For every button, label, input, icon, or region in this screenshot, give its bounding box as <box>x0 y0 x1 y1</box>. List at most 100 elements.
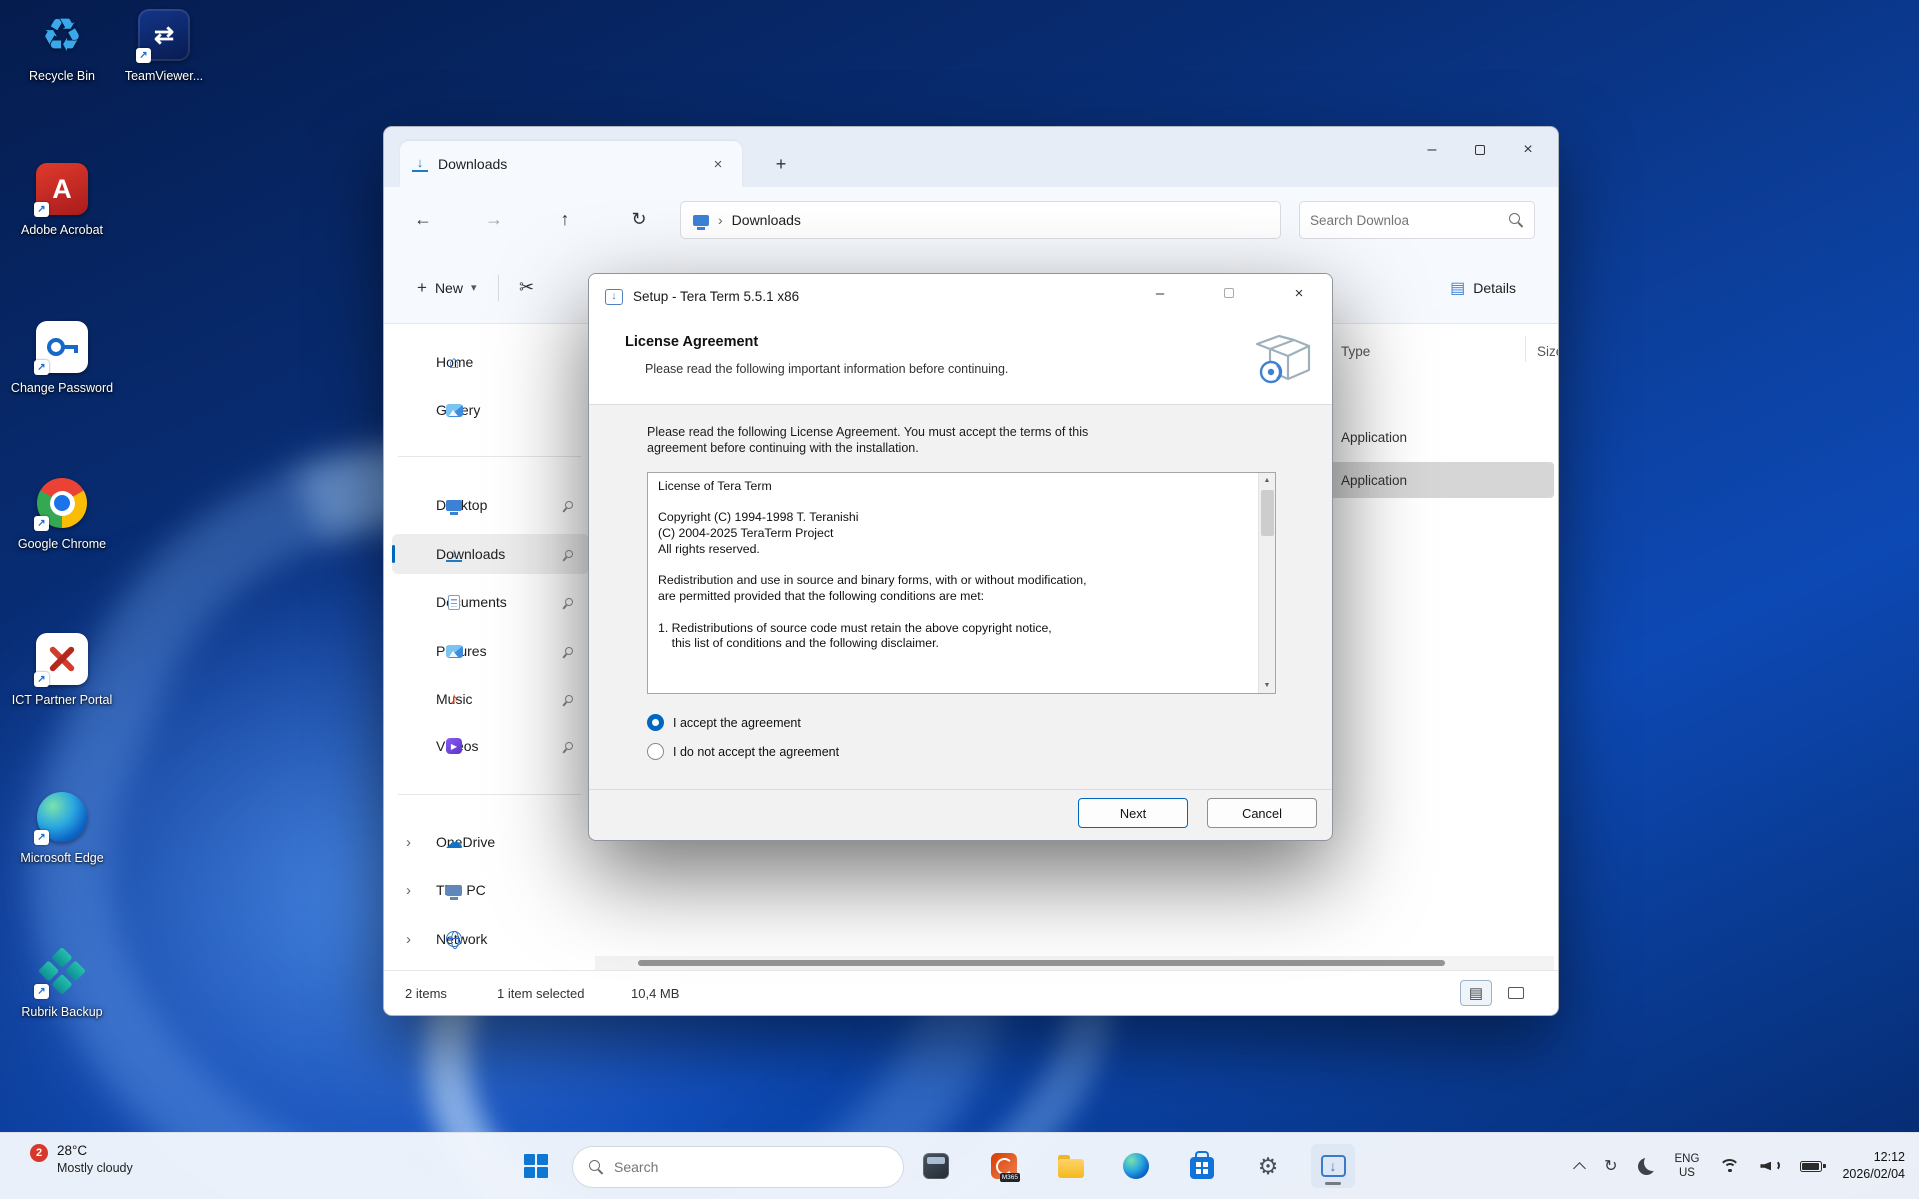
sidebar-item-documents[interactable]: Documents <box>392 582 589 622</box>
wifi-icon[interactable] <box>1719 1159 1740 1174</box>
refresh-icon[interactable]: ↻ <box>622 203 656 237</box>
desktop-icon-rubrik-backup[interactable]: ↗ Rubrik Backup <box>10 942 114 1021</box>
taskbar-store[interactable] <box>1180 1144 1224 1188</box>
pin-icon <box>563 693 574 704</box>
sidebar-item-home[interactable]: ⌂ Home <box>392 342 589 382</box>
decline-agreement-option[interactable]: I do not accept the agreement <box>647 743 839 760</box>
taskbar-edge[interactable] <box>1114 1144 1158 1188</box>
desktop-icon-google-chrome[interactable]: ↗ Google Chrome <box>10 474 114 553</box>
battery-icon[interactable] <box>1800 1161 1822 1172</box>
radio-label[interactable]: I accept the agreement <box>673 716 801 730</box>
desktop-icon-microsoft-edge[interactable]: ↗ Microsoft Edge <box>10 788 114 867</box>
start-button[interactable] <box>514 1144 558 1188</box>
scrollbar-thumb[interactable] <box>638 960 1445 966</box>
desktop-icon-label: Google Chrome <box>18 537 106 553</box>
tab-close-icon[interactable]: × <box>706 152 730 176</box>
license-scrollbar[interactable]: ▲ ▼ <box>1258 473 1275 693</box>
language-code: ENG <box>1675 1152 1700 1166</box>
sidebar-item-desktop[interactable]: Desktop <box>392 485 589 525</box>
focus-assist-icon[interactable] <box>1638 1158 1655 1175</box>
taskbar-search-input[interactable] <box>614 1159 887 1175</box>
next-button[interactable]: Next <box>1078 798 1188 828</box>
back-icon[interactable]: ← <box>406 203 440 237</box>
license-text-box[interactable]: License of Tera Term Copyright (C) 1994-… <box>647 472 1276 694</box>
window-close-button[interactable]: × <box>1504 129 1552 171</box>
taskbar-app-window[interactable] <box>914 1144 958 1188</box>
weather-temp: 28°C <box>57 1143 133 1158</box>
chevron-right-icon: › <box>718 212 723 228</box>
cancel-button[interactable]: Cancel <box>1207 798 1317 828</box>
m365-badge: M365 <box>1000 1173 1020 1182</box>
radio-label[interactable]: I do not accept the agreement <box>673 745 839 759</box>
breadcrumb[interactable]: Downloads <box>732 212 801 228</box>
expand-chevron-icon[interactable]: › <box>406 834 411 851</box>
address-bar[interactable]: › Downloads <box>680 201 1281 239</box>
hidden-icons-chevron[interactable] <box>1573 1162 1586 1175</box>
sidebar-item-pictures[interactable]: Pictures <box>392 631 589 671</box>
sidebar-item-videos[interactable]: ▶ Videos <box>392 726 589 766</box>
desktop-icon-label: Adobe Acrobat <box>21 223 103 239</box>
search-icon <box>589 1160 604 1175</box>
column-header-type[interactable]: Type <box>1341 338 1370 364</box>
expand-chevron-icon[interactable]: › <box>406 931 411 948</box>
column-header-size[interactable]: Size <box>1537 338 1558 364</box>
store-icon <box>1190 1157 1214 1179</box>
search-input[interactable] <box>1310 213 1509 228</box>
details-view-toggle[interactable]: ▤ <box>1460 980 1492 1006</box>
update-icon[interactable]: ↻ <box>1604 1156 1617 1176</box>
sidebar-item-this-pc[interactable]: › This PC <box>392 870 589 910</box>
desktop-icon-recycle-bin[interactable]: ♻ Recycle Bin <box>10 6 114 85</box>
sidebar-item-downloads[interactable]: ↓ Downloads <box>392 534 589 574</box>
desktop-icon-teamviewer[interactable]: ⇄ ↗ TeamViewer... <box>112 6 216 85</box>
desktop-icon-label: Rubrik Backup <box>21 1005 102 1021</box>
window-minimize-button[interactable]: – <box>1408 129 1456 171</box>
new-tab-button[interactable]: + <box>766 149 796 179</box>
radio-selected-icon[interactable] <box>647 714 664 731</box>
language-switcher[interactable]: ENG US <box>1675 1152 1700 1181</box>
window-maximize-button[interactable] <box>1456 129 1504 171</box>
desktop-icon-ict-partner-portal[interactable]: ↗ ICT Partner Portal <box>10 630 114 709</box>
taskbar-settings[interactable]: ⚙ <box>1246 1144 1290 1188</box>
new-button-label: New <box>435 280 463 296</box>
forward-icon[interactable]: → <box>477 203 511 237</box>
dialog-minimize-button[interactable]: – <box>1137 274 1183 312</box>
search-box[interactable] <box>1299 201 1535 239</box>
details-button[interactable]: ▤ Details <box>1438 268 1528 308</box>
dialog-maximize-button[interactable] <box>1206 274 1252 312</box>
taskbar-file-explorer[interactable] <box>1049 1144 1093 1188</box>
accept-agreement-option[interactable]: I accept the agreement <box>647 714 801 731</box>
taskbar: 2 28°C Mostly cloudy M365 ⚙ ↓ <box>0 1132 1919 1199</box>
horizontal-scrollbar[interactable] <box>595 956 1554 970</box>
license-text: License of Tera Term Copyright (C) 1994-… <box>658 479 1251 689</box>
taskbar-search[interactable] <box>572 1146 904 1188</box>
new-button[interactable]: + New ▾ <box>405 268 488 308</box>
plus-icon: + <box>417 278 427 298</box>
desktop-icon-change-password[interactable]: ↗ Change Password <box>10 318 114 397</box>
sidebar-item-gallery[interactable]: Gallery <box>392 390 589 430</box>
running-indicator <box>1325 1182 1341 1185</box>
taskbar-installer-active[interactable]: ↓ <box>1311 1144 1355 1188</box>
sidebar-item-network[interactable]: › Network <box>392 919 589 959</box>
clock[interactable]: 12:12 2026/02/04 <box>1842 1149 1905 1183</box>
weather-widget[interactable]: 2 28°C Mostly cloudy <box>30 1143 133 1175</box>
desktop-icon-label: TeamViewer... <box>125 69 203 85</box>
volume-icon[interactable] <box>1760 1159 1780 1174</box>
taskbar-m365[interactable]: M365 <box>982 1144 1026 1188</box>
sidebar-item-music[interactable]: ♪ Music <box>392 679 589 719</box>
radio-unselected-icon[interactable] <box>647 743 664 760</box>
large-icons-view-toggle[interactable] <box>1500 980 1532 1006</box>
sidebar-item-onedrive[interactable]: › ☁ OneDrive <box>392 822 589 862</box>
status-bar: 2 items 1 item selected 10,4 MB ▤ <box>384 970 1558 1015</box>
dialog-close-button[interactable]: × <box>1276 274 1322 312</box>
expand-chevron-icon[interactable]: › <box>406 882 411 899</box>
scroll-up-icon[interactable]: ▲ <box>1264 473 1271 488</box>
cut-icon[interactable]: ✂ <box>509 271 543 305</box>
scrollbar-thumb[interactable] <box>1261 490 1274 536</box>
app-window-icon <box>923 1153 949 1179</box>
shortcut-arrow-icon: ↗ <box>34 830 49 845</box>
column-separator[interactable] <box>1525 336 1526 362</box>
scroll-down-icon[interactable]: ▼ <box>1264 678 1271 693</box>
desktop-icon-adobe-acrobat[interactable]: A ↗ Adobe Acrobat <box>10 160 114 239</box>
up-icon[interactable]: ↑ <box>548 203 582 237</box>
tab-downloads[interactable]: ↓ Downloads × <box>400 141 742 187</box>
